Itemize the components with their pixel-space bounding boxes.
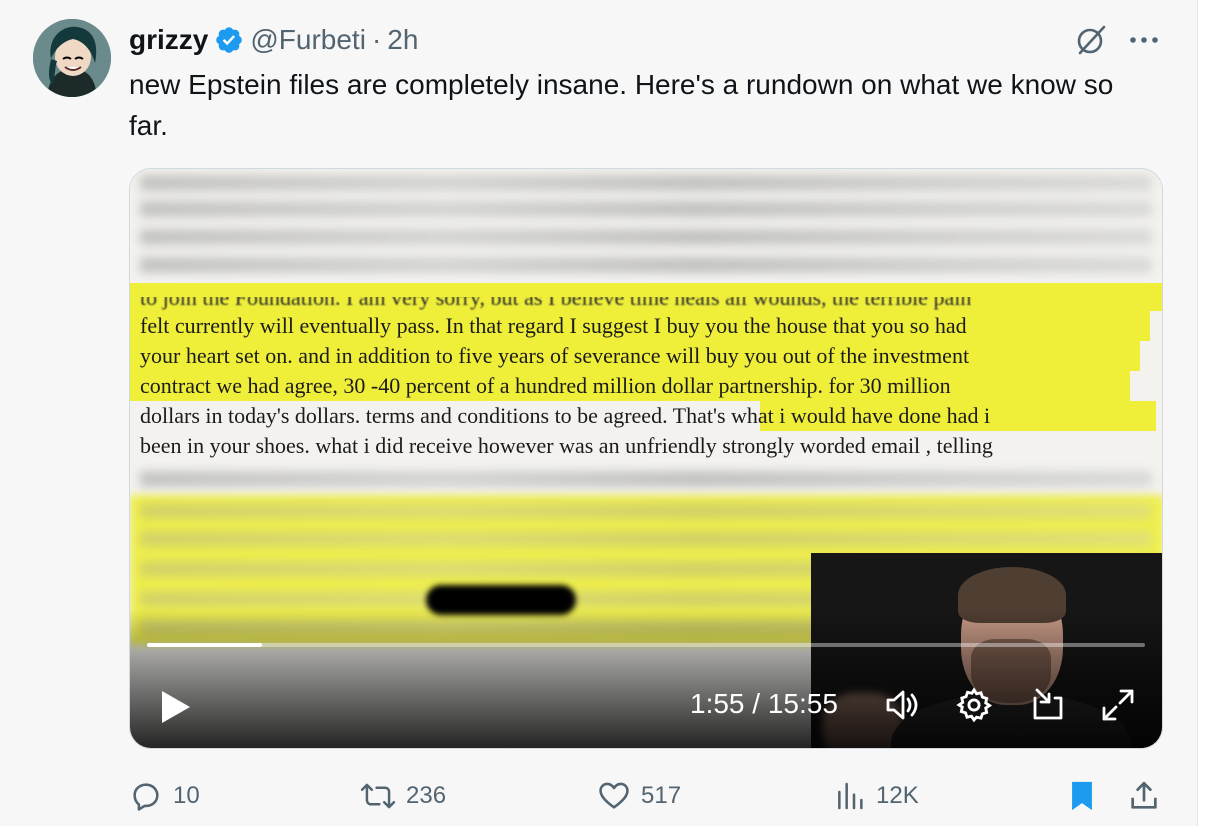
reply-count: 10	[173, 782, 200, 809]
share-button[interactable]	[1127, 774, 1161, 818]
right-gutter	[1198, 0, 1232, 826]
volume-icon	[886, 690, 918, 720]
document-line: contract we had agree, 30 -40 percent of…	[140, 373, 951, 398]
blurred-text-line	[140, 257, 1152, 273]
controls-overlay	[130, 608, 1162, 748]
blurred-text-line	[140, 229, 1152, 245]
blurred-text-line	[140, 201, 1152, 217]
repost-icon	[360, 783, 396, 809]
progress-fill	[147, 643, 262, 647]
share-icon	[1131, 781, 1157, 809]
picture-in-picture-button[interactable]	[1028, 685, 1068, 725]
repost-count: 236	[406, 782, 447, 809]
reply-icon	[133, 783, 159, 811]
video-player[interactable]: to join the Foundation. I am very sorry,…	[129, 168, 1163, 749]
document-line: dollars in today's dollars. terms and co…	[140, 403, 991, 428]
action-bar: 10 236 517 12K	[129, 774, 1169, 818]
blurred-text-line	[140, 531, 1152, 547]
tweet-text: new Epstein files are completely insane.…	[129, 69, 1114, 141]
fullscreen-icon	[1102, 689, 1134, 721]
play-icon	[162, 691, 190, 723]
grok-icon	[1077, 25, 1106, 55]
blurred-text-line	[140, 471, 1152, 487]
bookmark-button[interactable]	[1067, 774, 1097, 818]
settings-icon	[956, 687, 993, 723]
cartoon-avatar-icon	[33, 19, 111, 97]
reply-button[interactable]: 10	[129, 774, 200, 818]
separator-dot: ·	[371, 24, 382, 55]
volume-button[interactable]	[882, 685, 922, 725]
document-line: felt currently will eventually pass. In …	[140, 313, 967, 338]
progress-bar[interactable]	[147, 643, 1145, 647]
like-button[interactable]: 517	[597, 774, 681, 818]
views-icon	[838, 782, 863, 810]
bookmark-icon	[1072, 781, 1092, 811]
more-button[interactable]	[1124, 24, 1164, 56]
like-icon	[599, 782, 629, 809]
repost-button[interactable]: 236	[360, 774, 446, 818]
timestamp[interactable]: 2h	[387, 24, 418, 56]
avatar[interactable]	[33, 19, 111, 97]
tweet-card[interactable]: grizzy @Furbeti · 2h new Epstein files a…	[0, 0, 1198, 826]
grok-button[interactable]	[1072, 21, 1110, 59]
handle[interactable]: @Furbeti	[250, 24, 366, 56]
fullscreen-button[interactable]	[1098, 685, 1138, 725]
document-line: been in your shoes. what i did receive h…	[140, 433, 993, 458]
verified-badge-icon[interactable]	[214, 25, 244, 55]
display-name[interactable]: grizzy	[129, 24, 208, 56]
play-button[interactable]	[156, 687, 196, 727]
time-readout: 1:55 / 15:55	[690, 688, 838, 719]
settings-button[interactable]	[954, 685, 994, 725]
blurred-text-line	[140, 175, 1152, 191]
like-count: 517	[641, 782, 682, 809]
document-line: your heart set on. and in addition to fi…	[140, 343, 970, 368]
blurred-text-line	[140, 503, 1152, 519]
views-button[interactable]: 12K	[834, 774, 919, 818]
tweet-header: grizzy @Furbeti · 2h	[129, 22, 418, 58]
more-icon	[1130, 37, 1158, 43]
picture-in-picture-icon	[1033, 688, 1063, 720]
view-count: 12K	[876, 782, 919, 809]
